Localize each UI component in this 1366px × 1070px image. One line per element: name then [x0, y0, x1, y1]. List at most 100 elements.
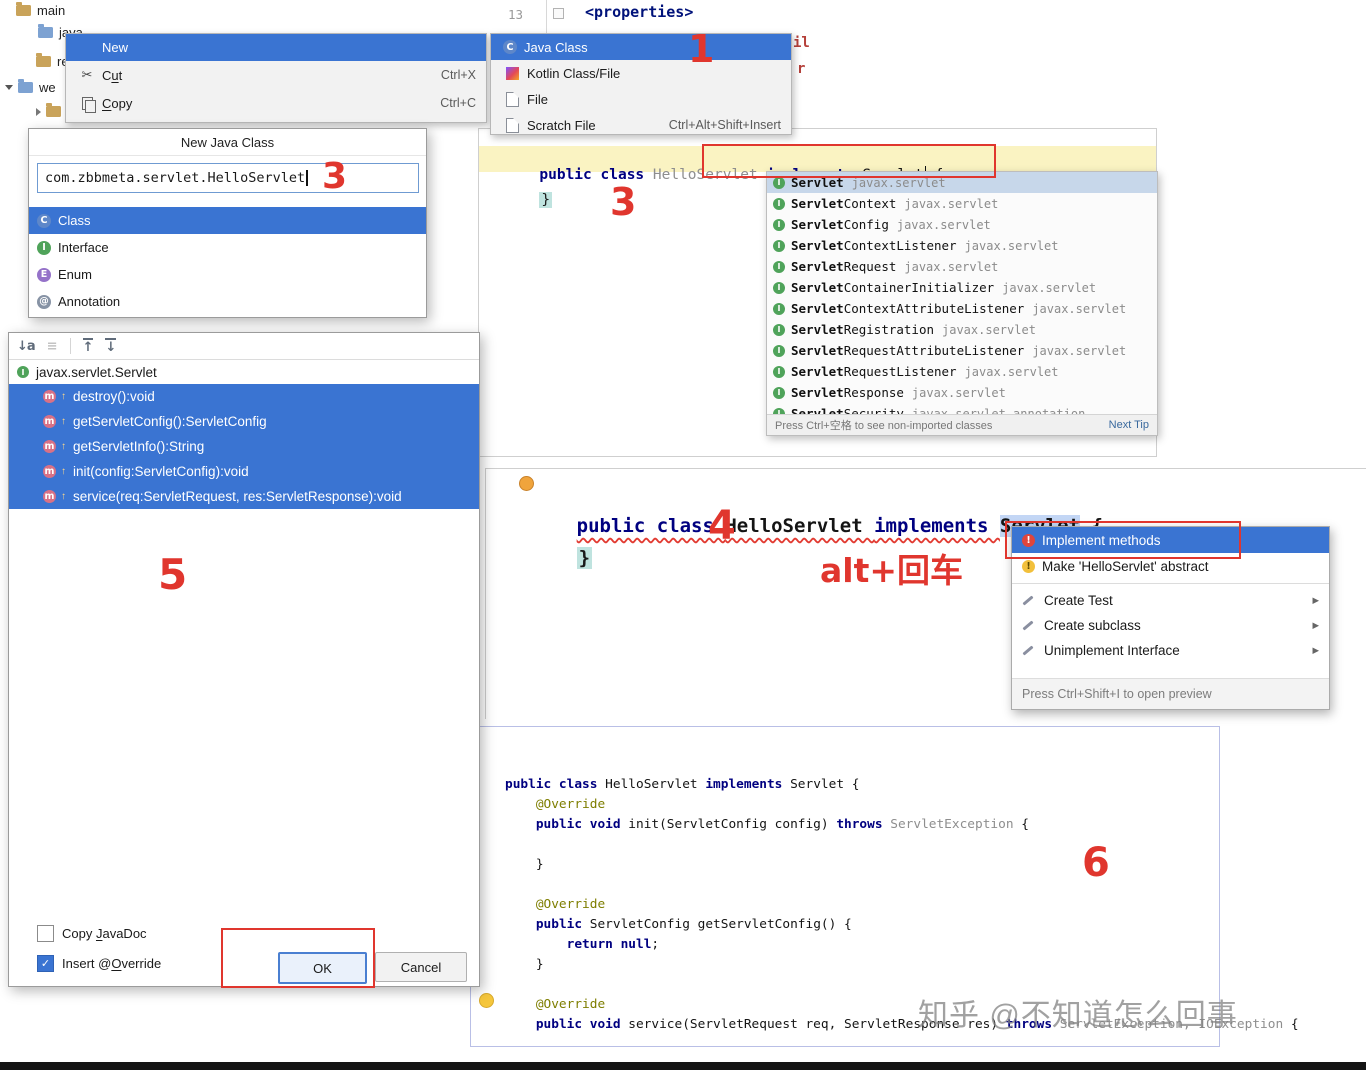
completion-item[interactable]: Servlet javax.servlet [767, 172, 1157, 193]
override-marker-icon [61, 491, 66, 502]
completion-name: Servlet [791, 196, 844, 211]
submenu-item-file[interactable]: File [491, 86, 791, 112]
new-submenu: Java Class Kotlin Class/File File Scratc… [490, 33, 792, 135]
action-create-subclass[interactable]: Create subclass [1012, 613, 1329, 638]
copy-javadoc-checkbox[interactable]: Copy JavaDoc [37, 925, 147, 942]
action-label: Create Test [1044, 593, 1113, 608]
annotation-icon [37, 294, 51, 309]
tree-item-label: main [37, 3, 66, 18]
screenshot-root: main java re we 13 <properties> il r New… [0, 0, 1366, 1070]
completion-item[interactable]: ServletRegistration javax.servlet [767, 319, 1157, 340]
tree-item-main[interactable]: main [16, 2, 66, 18]
method-row-destroy[interactable]: destroy():void [9, 384, 479, 409]
insert-override-checkbox[interactable]: Insert @Override [37, 955, 161, 972]
menu-item-label: Cut [102, 67, 123, 83]
completion-package: javax.servlet [964, 364, 1059, 379]
gutter-divider [546, 0, 547, 33]
chevron-down-icon [5, 85, 13, 90]
completion-suffix: Request [843, 259, 897, 274]
completion-item[interactable]: ServletContainerInitializer javax.servle… [767, 277, 1157, 298]
annotation-step-3-dialog: 3 [322, 156, 348, 197]
completion-package: javax.servlet [904, 196, 999, 211]
override-marker-icon [61, 441, 66, 452]
kotlin-icon [505, 66, 519, 80]
sort-alphabetically-icon[interactable] [17, 340, 35, 353]
completion-name: Servlet [791, 301, 844, 316]
completion-item[interactable]: ServletConfig javax.servlet [767, 214, 1157, 235]
footer-hint: Press Ctrl+Shift+I to open preview [1022, 687, 1212, 701]
method-icon [43, 490, 56, 503]
completion-package: javax.servlet [942, 322, 1036, 337]
intention-bulb-icon[interactable] [479, 993, 494, 1008]
intention-bulb-icon[interactable] [519, 476, 534, 491]
completion-item[interactable]: ServletContextListener javax.servlet [767, 235, 1157, 256]
matched-brace: } [539, 192, 553, 208]
action-unimplement-interface[interactable]: Unimplement Interface [1012, 638, 1329, 663]
completion-item[interactable]: ServletContext javax.servlet [767, 193, 1157, 214]
tree-item-label: we [39, 80, 56, 95]
checkbox-checked-icon[interactable] [37, 955, 54, 972]
scissors-icon [82, 67, 93, 83]
class-name-input[interactable]: com.zbbmeta.servlet.HelloServlet [37, 163, 419, 193]
menu-item-copy[interactable]: Copy Ctrl+C [66, 89, 486, 117]
intention-implement-methods[interactable]: Implement methods [1012, 527, 1329, 553]
sort-by-visibility-icon[interactable] [47, 340, 58, 353]
tree-item-resources[interactable]: re [36, 53, 69, 69]
completion-hint: Press Ctrl+空格 to see non-imported classe… [775, 420, 993, 432]
intention-make-abstract[interactable]: Make 'HelloServlet' abstract [1012, 553, 1329, 579]
menu-separator [1012, 583, 1329, 584]
annotation-alt-enter: alt+回车 [820, 551, 964, 590]
kind-option-interface[interactable]: Interface [29, 234, 426, 261]
warning-bulb-icon [1022, 559, 1035, 573]
tree-root-interface[interactable]: javax.servlet.Servlet [9, 360, 479, 384]
menu-item-label: Java Class [524, 39, 588, 55]
completion-name: Servlet [791, 322, 844, 337]
next-tip-link[interactable]: Next Tip [1109, 419, 1149, 431]
menu-shortcut: Ctrl+Alt+Shift+Insert [668, 118, 781, 132]
completion-suffix: ContainerInitializer [843, 280, 995, 295]
completion-item[interactable]: ServletResponse javax.servlet [767, 382, 1157, 403]
kind-label: Class [58, 213, 91, 228]
menu-item-label: File [527, 91, 548, 107]
kind-option-enum[interactable]: Enum [29, 261, 426, 288]
menu-item-label: New [102, 40, 129, 55]
folder-icon [16, 2, 31, 16]
intention-menu-footer: Press Ctrl+Shift+I to open preview [1012, 678, 1329, 709]
collapse-all-icon[interactable] [82, 338, 94, 354]
completion-item[interactable]: ServletRequestListener javax.servlet [767, 361, 1157, 382]
completion-item[interactable]: ServletRequestAttributeListener javax.se… [767, 340, 1157, 361]
annotation-step-1: 1 [688, 27, 715, 71]
error-bulb-icon [1022, 533, 1035, 547]
kind-option-annotation[interactable]: Annotation [29, 288, 426, 315]
completion-item[interactable]: ServletContextAttributeListener javax.se… [767, 298, 1157, 319]
tree-item-webapp[interactable]: we [5, 79, 56, 95]
intention-menu: Implement methods Make 'HelloServlet' ab… [1011, 526, 1330, 710]
submenu-item-scratch-file[interactable]: Scratch File Ctrl+Alt+Shift+Insert [491, 112, 791, 134]
method-row-service[interactable]: service(req:ServletRequest, res:ServletR… [9, 484, 479, 509]
tree-item-collapsed[interactable] [36, 103, 67, 117]
interface-icon [37, 240, 51, 255]
menu-item-cut[interactable]: Cut Ctrl+X [66, 61, 486, 89]
method-row-getservletconfig[interactable]: getServletConfig():ServletConfig [9, 409, 479, 434]
kind-option-class[interactable]: Class [29, 207, 426, 234]
submenu-item-kotlin-class[interactable]: Kotlin Class/File [491, 60, 791, 86]
cancel-button[interactable]: Cancel [375, 952, 467, 982]
completion-popup: Servlet javax.servlet ServletContext jav… [766, 171, 1158, 436]
method-row-getservletinfo[interactable]: getServletInfo():String [9, 434, 479, 459]
action-label: Create subclass [1044, 618, 1141, 633]
copy-icon [81, 96, 96, 113]
submenu-item-java-class[interactable]: Java Class [491, 34, 791, 60]
menu-item-new[interactable]: New [66, 34, 486, 61]
ok-button[interactable]: OK [278, 952, 367, 984]
completion-item[interactable]: ServletRequest javax.servlet [767, 256, 1157, 277]
checkbox-unchecked-icon[interactable] [37, 925, 54, 942]
interface-icon [773, 344, 785, 357]
method-row-init[interactable]: init(config:ServletConfig):void [9, 459, 479, 484]
expand-all-icon[interactable] [105, 338, 117, 354]
method-signature: getServletInfo():String [73, 439, 205, 454]
completion-package: javax.servlet [896, 217, 991, 232]
action-create-test[interactable]: Create Test [1012, 588, 1329, 613]
code-fold-icon[interactable] [553, 8, 564, 19]
kind-label: Annotation [58, 294, 121, 309]
override-marker-icon [61, 466, 66, 477]
